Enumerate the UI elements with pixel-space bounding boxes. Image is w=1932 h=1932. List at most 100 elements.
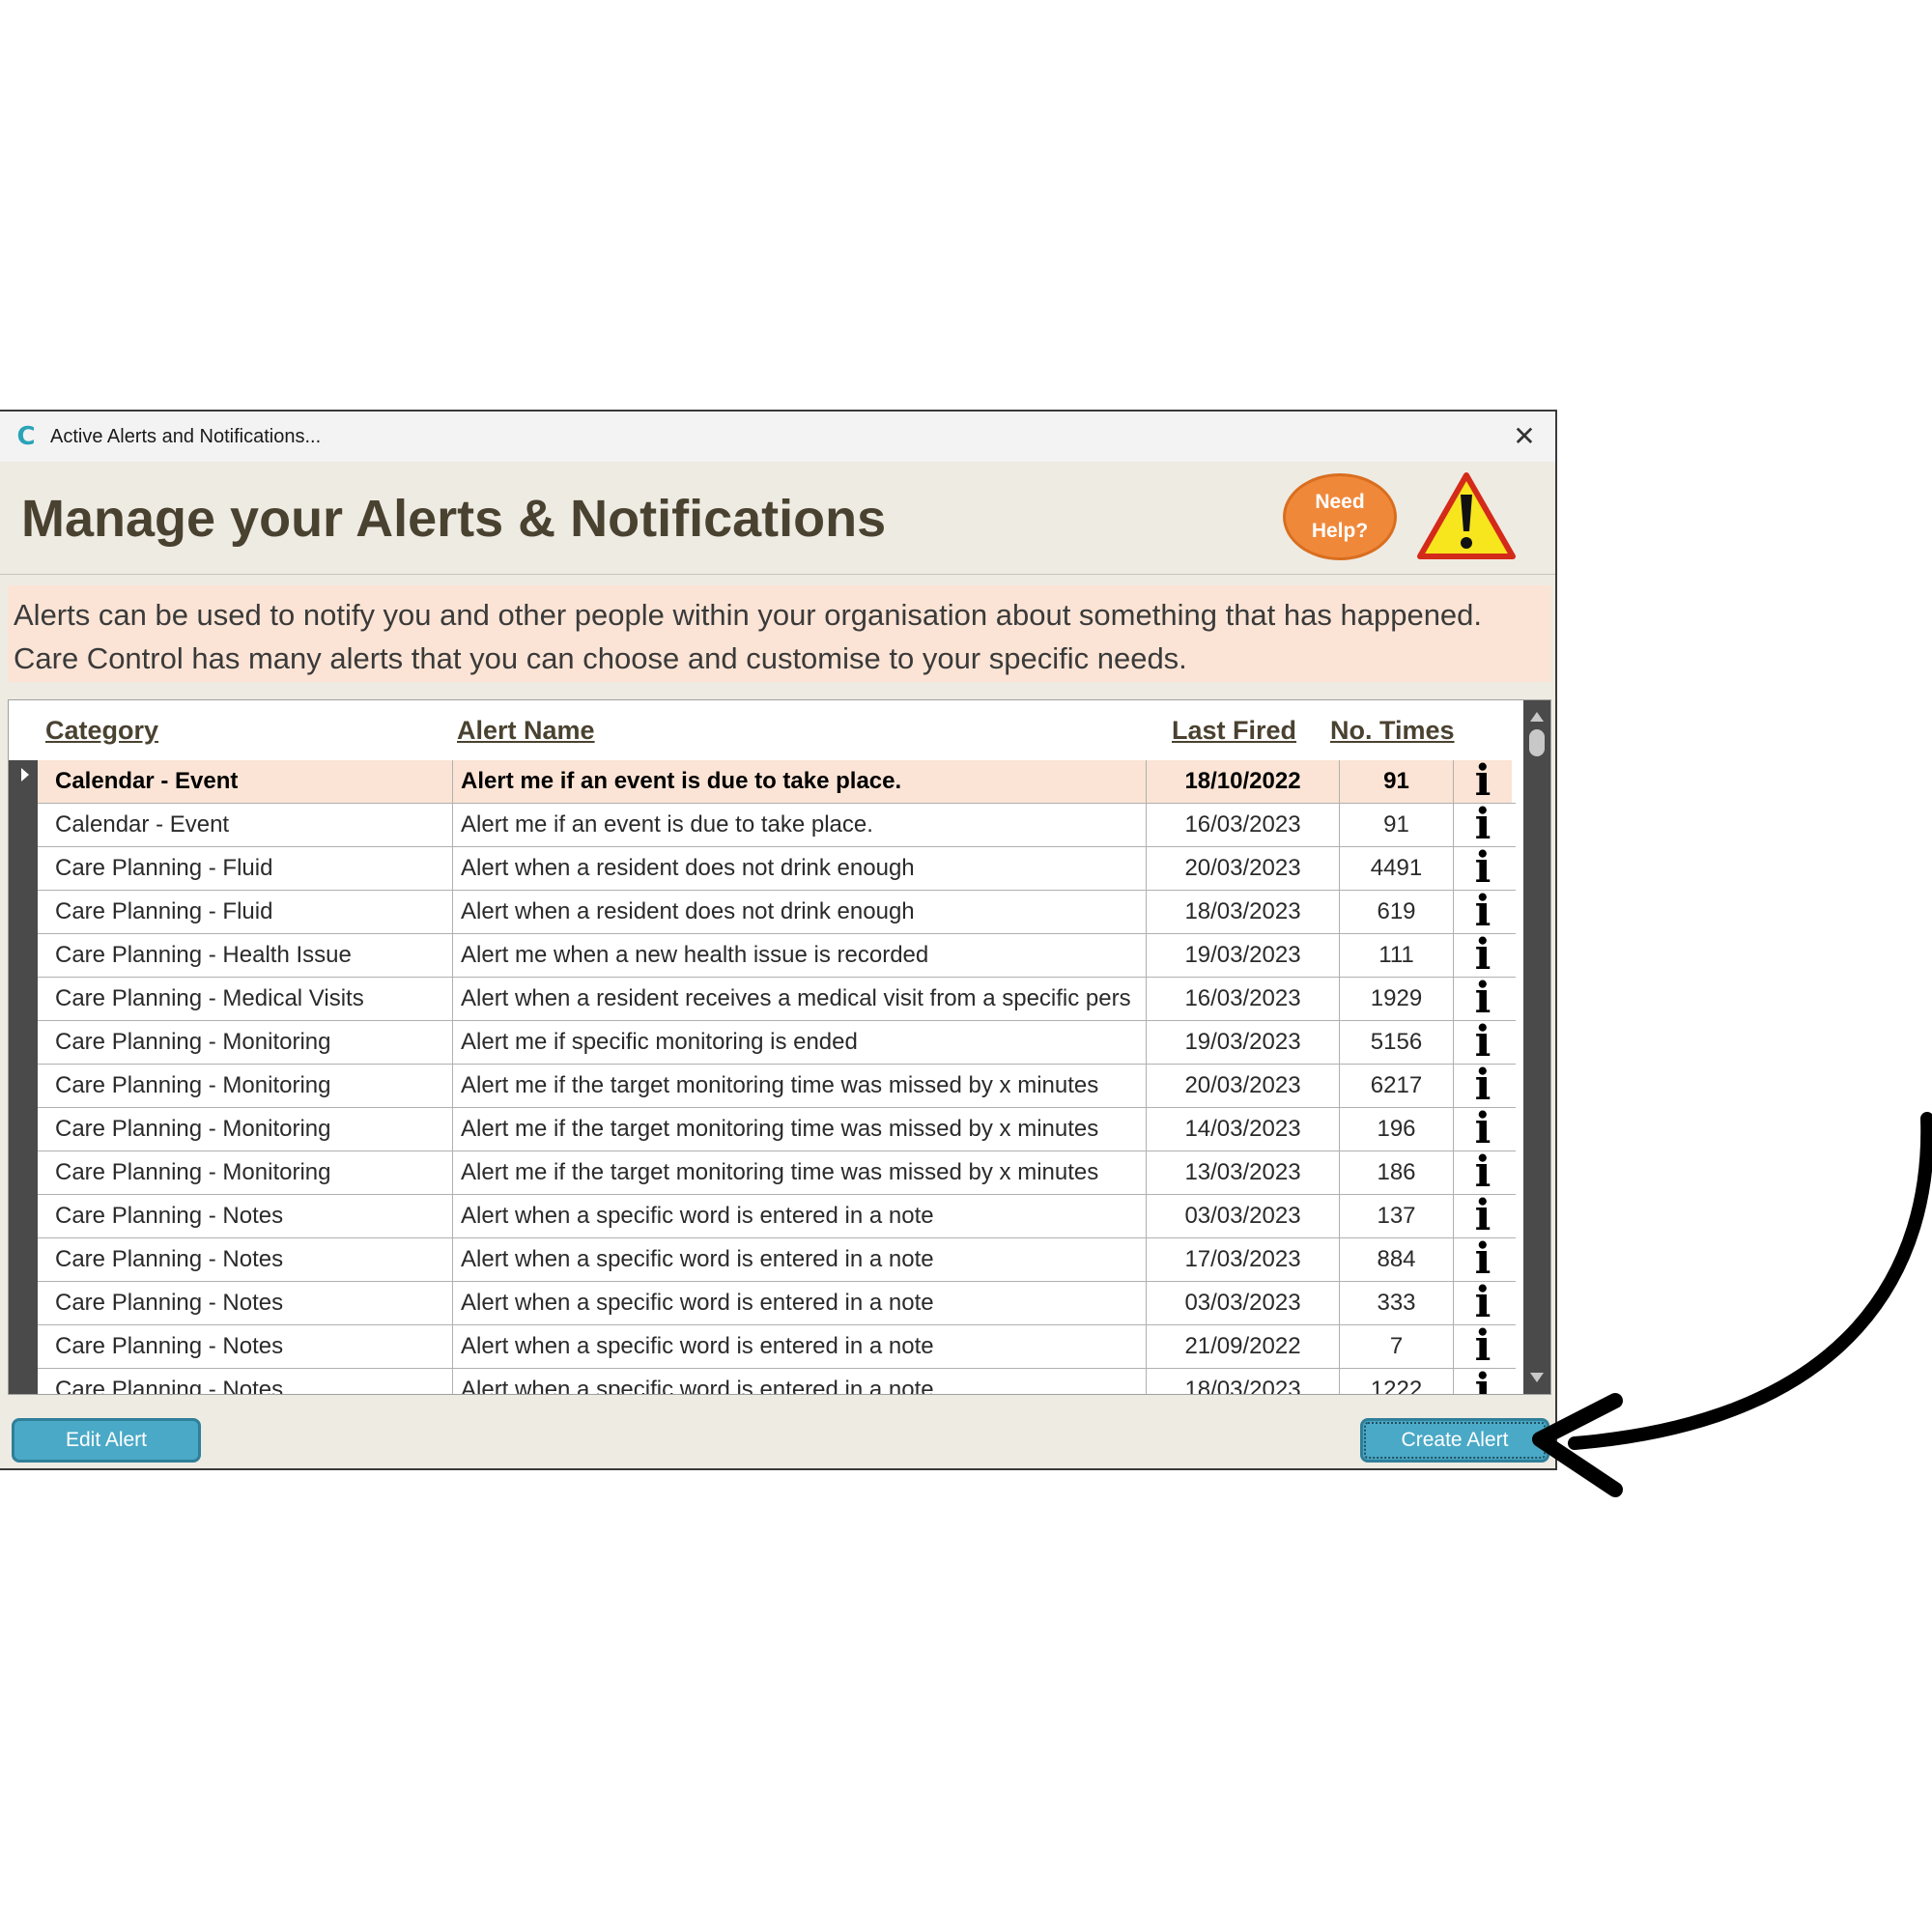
close-icon[interactable]: ✕	[1511, 423, 1538, 450]
cell-no-times: 884	[1340, 1238, 1454, 1281]
table-row[interactable]: Care Planning - Notes Alert when a specif…	[9, 1369, 1516, 1394]
cell-alert-name: Alert when a resident does not drink eno…	[453, 891, 1147, 933]
info-icon[interactable]: i	[1454, 1325, 1512, 1368]
info-icon[interactable]: i	[1454, 1021, 1512, 1064]
cell-last-fired: 20/03/2023	[1147, 1065, 1340, 1107]
cell-last-fired: 19/03/2023	[1147, 934, 1340, 977]
info-icon[interactable]: i	[1454, 1195, 1512, 1237]
info-icon[interactable]: i	[1454, 1065, 1512, 1107]
cell-alert-name: Alert me when a new health issue is reco…	[453, 934, 1147, 977]
table-row[interactable]: Care Planning - Medical Visits Alert when…	[9, 978, 1516, 1021]
cell-last-fired: 17/03/2023	[1147, 1238, 1340, 1281]
cell-no-times: 1222	[1340, 1369, 1454, 1394]
column-header-last-fired[interactable]: Last Fired	[1172, 716, 1296, 746]
cell-no-times: 1929	[1340, 978, 1454, 1020]
row-selector[interactable]	[9, 1021, 38, 1065]
page-header: Manage your Alerts & Notifications Need …	[0, 462, 1555, 575]
cell-category: Care Planning - Notes	[38, 1282, 453, 1324]
cell-no-times: 91	[1340, 760, 1454, 803]
row-selector[interactable]	[9, 1108, 38, 1151]
table-row[interactable]: Calendar - Event Alert me if an event is …	[9, 804, 1516, 847]
cell-alert-name: Alert when a specific word is entered in…	[453, 1195, 1147, 1237]
cell-no-times: 333	[1340, 1282, 1454, 1324]
info-icon[interactable]: i	[1454, 1238, 1512, 1281]
cell-alert-name: Alert when a specific word is entered in…	[453, 1238, 1147, 1281]
cell-no-times: 619	[1340, 891, 1454, 933]
table-row[interactable]: Care Planning - Monitoring Alert me if th…	[9, 1151, 1516, 1195]
info-icon[interactable]: i	[1454, 804, 1512, 846]
cell-last-fired: 20/03/2023	[1147, 847, 1340, 890]
table-row[interactable]: Care Planning - Notes Alert when a specif…	[9, 1195, 1516, 1238]
table-row[interactable]: Care Planning - Notes Alert when a specif…	[9, 1282, 1516, 1325]
table-row[interactable]: Care Planning - Monitoring Alert me if sp…	[9, 1021, 1516, 1065]
cell-alert-name: Alert me if the target monitoring time w…	[453, 1108, 1147, 1151]
column-headers: Category Alert Name Last Fired No. Times	[9, 700, 1523, 760]
info-icon[interactable]: i	[1454, 891, 1512, 933]
info-icon[interactable]: i	[1454, 1151, 1512, 1194]
info-icon[interactable]: i	[1454, 978, 1512, 1020]
table-row[interactable]: Care Planning - Health Issue Alert me whe…	[9, 934, 1516, 978]
table-row[interactable]: Care Planning - Notes Alert when a specif…	[9, 1238, 1516, 1282]
row-selector[interactable]	[9, 1065, 38, 1108]
cell-no-times: 137	[1340, 1195, 1454, 1237]
scroll-thumb[interactable]	[1529, 729, 1545, 756]
scroll-up-icon[interactable]	[1530, 712, 1544, 722]
cell-alert-name: Alert when a resident receives a medical…	[453, 978, 1147, 1020]
alerts-window: C Active Alerts and Notifications... ✕ M…	[0, 410, 1557, 1470]
pointer-arrow-icon	[1532, 1112, 1932, 1497]
cell-last-fired: 19/03/2023	[1147, 1021, 1340, 1064]
row-selector[interactable]	[9, 760, 38, 804]
cell-last-fired: 18/03/2023	[1147, 1369, 1340, 1394]
cell-alert-name: Alert when a specific word is entered in…	[453, 1369, 1147, 1394]
cell-last-fired: 13/03/2023	[1147, 1151, 1340, 1194]
cell-category: Care Planning - Notes	[38, 1238, 453, 1281]
row-selector[interactable]	[9, 1282, 38, 1325]
cell-category: Care Planning - Fluid	[38, 847, 453, 890]
cell-no-times: 4491	[1340, 847, 1454, 890]
cell-alert-name: Alert when a resident does not drink eno…	[453, 847, 1147, 890]
info-icon[interactable]: i	[1454, 1369, 1512, 1394]
edit-alert-button[interactable]: Edit Alert	[12, 1418, 201, 1463]
row-selector[interactable]	[9, 1195, 38, 1238]
cell-alert-name: Alert me if specific monitoring is ended	[453, 1021, 1147, 1064]
cell-last-fired: 16/03/2023	[1147, 804, 1340, 846]
table-row[interactable]: Care Planning - Monitoring Alert me if th…	[9, 1065, 1516, 1108]
row-selector[interactable]	[9, 1369, 38, 1394]
info-icon[interactable]: i	[1454, 847, 1512, 890]
row-selector[interactable]	[9, 847, 38, 891]
table-row[interactable]: Care Planning - Notes Alert when a specif…	[9, 1325, 1516, 1369]
table-row[interactable]: Calendar - Event Alert me if an event is …	[9, 760, 1516, 804]
row-selector[interactable]	[9, 1325, 38, 1369]
table-row[interactable]: Care Planning - Fluid Alert when a reside…	[9, 847, 1516, 891]
window-title: Active Alerts and Notifications...	[50, 425, 322, 447]
column-header-alert-name[interactable]: Alert Name	[457, 716, 595, 746]
cell-category: Care Planning - Fluid	[38, 891, 453, 933]
info-icon[interactable]: i	[1454, 1282, 1512, 1324]
need-help-button[interactable]: Need Help?	[1283, 473, 1397, 560]
table-row[interactable]: Care Planning - Monitoring Alert me if th…	[9, 1108, 1516, 1151]
cell-last-fired: 16/03/2023	[1147, 978, 1340, 1020]
cell-category: Care Planning - Health Issue	[38, 934, 453, 977]
cell-last-fired: 18/10/2022	[1147, 760, 1340, 803]
row-selector[interactable]	[9, 978, 38, 1021]
intro-text: Alerts can be used to notify you and oth…	[8, 585, 1551, 682]
cell-alert-name: Alert me if an event is due to take plac…	[453, 804, 1147, 846]
row-selector[interactable]	[9, 1238, 38, 1282]
row-selector[interactable]	[9, 804, 38, 847]
cell-no-times: 6217	[1340, 1065, 1454, 1107]
cell-alert-name: Alert me if the target monitoring time w…	[453, 1151, 1147, 1194]
cell-alert-name: Alert when a specific word is entered in…	[453, 1282, 1147, 1324]
need-help-label: Need Help?	[1311, 491, 1369, 542]
row-selector[interactable]	[9, 934, 38, 978]
info-icon[interactable]: i	[1454, 1108, 1512, 1151]
warning-triangle-icon	[1417, 472, 1516, 559]
column-header-no-times[interactable]: No. Times	[1330, 716, 1455, 746]
column-header-category[interactable]: Category	[45, 716, 158, 746]
info-icon[interactable]: i	[1454, 760, 1512, 803]
cell-no-times: 186	[1340, 1151, 1454, 1194]
row-selector[interactable]	[9, 1151, 38, 1195]
info-icon[interactable]: i	[1454, 934, 1512, 977]
table-row[interactable]: Care Planning - Fluid Alert when a reside…	[9, 891, 1516, 934]
cell-no-times: 196	[1340, 1108, 1454, 1151]
row-selector[interactable]	[9, 891, 38, 934]
